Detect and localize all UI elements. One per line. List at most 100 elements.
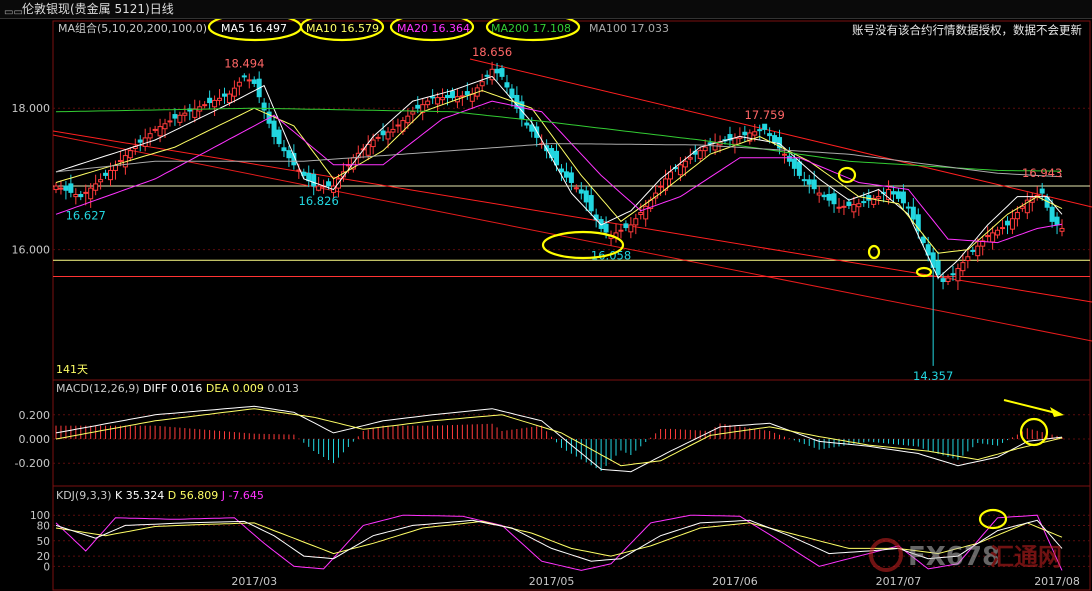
annotation-3: 16.943 (1022, 166, 1062, 180)
candle (291, 144, 297, 170)
candle (831, 188, 837, 213)
candle (945, 274, 951, 286)
x-tick-0: 2017/03 (231, 575, 277, 588)
macd-y-tick-0: 0.200 (19, 409, 51, 422)
legend-ma20: MA20 16.364 (397, 22, 470, 35)
candle (836, 198, 842, 213)
window-titlebar: ▭▭ 伦敦银现(贵金属 5121)日线 (0, 0, 1092, 19)
candle (177, 111, 183, 126)
candle (1009, 209, 1015, 235)
y-tick-labels: 18.000 16.000 (12, 102, 51, 256)
annotation-2: 17.759 (745, 108, 785, 122)
candle (281, 140, 287, 158)
candle (1059, 219, 1065, 237)
x-tick-1: 2017/05 (529, 575, 575, 588)
candle (955, 263, 961, 290)
data-notice: 账号没有该合约行情数据授权，数据不会更新 (852, 23, 1082, 37)
moving-average-lines (55, 75, 1063, 279)
candle (618, 223, 624, 239)
candle (915, 208, 921, 239)
x-tick-2: 2017/06 (712, 575, 758, 588)
annotation-0: 18.494 (224, 56, 264, 70)
candle (578, 182, 584, 200)
candle (58, 180, 64, 195)
candle (435, 92, 441, 114)
candle (702, 139, 708, 158)
candle (479, 73, 485, 93)
candle (212, 95, 218, 116)
panel-frames (52, 20, 1091, 591)
candle (489, 61, 495, 85)
candle (588, 186, 594, 216)
candle (668, 165, 674, 187)
annotation-4: 16.627 (66, 208, 106, 222)
candle (236, 77, 242, 96)
candle (440, 88, 446, 105)
candle (93, 174, 99, 196)
candle (653, 185, 659, 205)
candle (395, 118, 401, 133)
legend-ma100: MA100 17.033 (589, 22, 669, 35)
trend-line-lower (52, 134, 1092, 342)
days-label: 141天 (56, 363, 88, 376)
watermark-brand: FX678 (908, 542, 1000, 572)
candle (83, 184, 89, 206)
candle (103, 169, 109, 179)
candle (573, 184, 579, 193)
candle (895, 188, 901, 202)
candle (425, 97, 431, 109)
candle (568, 166, 574, 191)
candle (231, 80, 237, 103)
candle (806, 174, 812, 194)
candle (608, 230, 614, 246)
candle (152, 125, 158, 133)
macd-y-tick-2: -0.200 (15, 457, 50, 470)
candle (390, 120, 396, 138)
x-tick-4: 2017/08 (1034, 575, 1080, 588)
kdj-y-tick-4: 0 (43, 561, 50, 573)
watermark-cn: 汇通网 (990, 543, 1062, 571)
candle (816, 186, 822, 203)
candle (871, 194, 877, 208)
legend-ma5: MA5 16.497 (221, 22, 287, 35)
candle (856, 198, 862, 216)
candle (841, 199, 847, 216)
candle (88, 183, 94, 208)
legend-ma200: MA200 17.108 (491, 22, 571, 35)
kdj-indicator-label: KDJ(9,3,3) K 35.324 D 56.809 J -7.645 (56, 489, 264, 502)
candle (246, 73, 252, 89)
candle (241, 73, 247, 82)
candle (63, 181, 69, 200)
candle (762, 123, 768, 135)
chart-area[interactable]: 18.494 18.656 17.759 16.943 16.627 16.826 16.0… (0, 19, 1092, 591)
candle (469, 87, 475, 110)
candle (217, 89, 223, 106)
candle (826, 186, 832, 207)
candle (112, 160, 118, 180)
watermark-logo: FX678 汇通网 (869, 538, 1062, 572)
candle (980, 235, 986, 256)
candle (221, 87, 227, 104)
candle (514, 86, 520, 114)
candle (172, 108, 178, 126)
candle (306, 165, 312, 188)
candle (251, 76, 257, 87)
x-tick-labels: 2017/03 2017/05 2017/06 2017/07 2017/08 (231, 575, 1080, 588)
candle (167, 111, 173, 127)
candle (207, 90, 213, 109)
highlight-mark-2 (867, 244, 881, 260)
candle (53, 182, 59, 194)
candle (549, 144, 555, 162)
line-ma5 (55, 75, 1063, 279)
candle (1029, 192, 1035, 212)
candle (78, 190, 84, 201)
annotation-5: 16.826 (299, 194, 339, 208)
candle (732, 133, 738, 154)
y-tick-price-0: 18.000 (12, 102, 51, 115)
candle (692, 144, 698, 162)
candle (633, 213, 639, 235)
candle (420, 98, 426, 121)
candle (271, 114, 277, 145)
candle (970, 246, 976, 255)
candle (985, 226, 991, 242)
